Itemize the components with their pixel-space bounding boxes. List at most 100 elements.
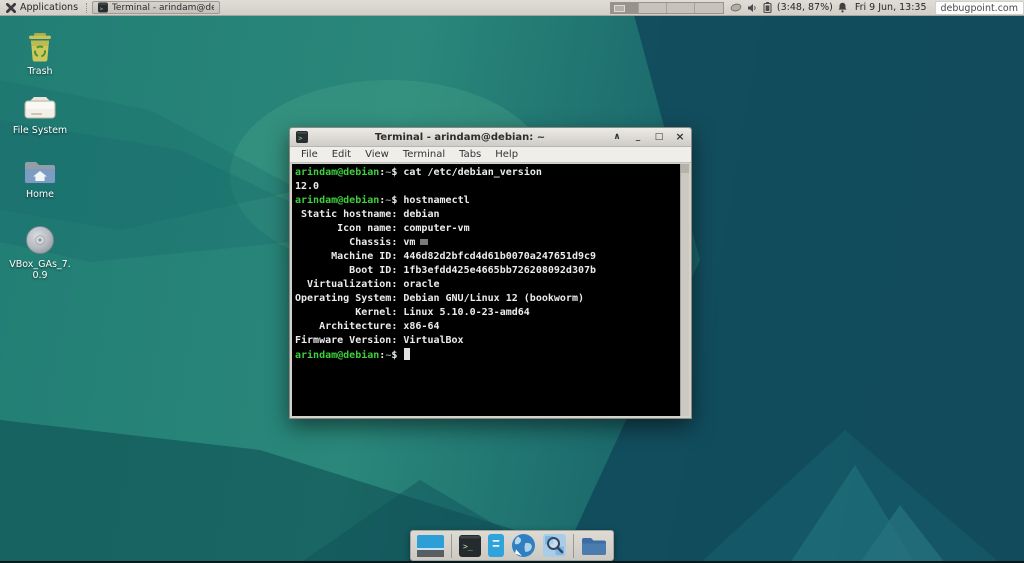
terminal-task-icon: > <box>98 2 108 13</box>
workspace-switcher <box>610 2 724 14</box>
terminal-text: arindam@debian:~$ cat /etc/debian_versio… <box>295 166 677 362</box>
pointer-device-icon[interactable] <box>730 3 742 12</box>
clock[interactable]: Fri 9 Jun, 13:35 <box>853 2 929 13</box>
dock-app-finder-button[interactable] <box>543 534 566 557</box>
terminal-output-line: Virtualization: oracle <box>295 278 677 292</box>
notifications-bell-icon[interactable] <box>838 2 847 13</box>
panel-separator <box>86 3 87 13</box>
volume-icon[interactable] <box>747 3 758 13</box>
bottom-dock: >_ <box>410 530 614 561</box>
output-text: Operating System: Debian GNU/Linux 12 (b… <box>295 293 584 304</box>
terminal-output-line: 12.0 <box>295 180 677 194</box>
menu-terminal[interactable]: Terminal <box>396 149 452 160</box>
window-titlebar[interactable]: > Terminal - arindam@debian: ~ ∧ _ □ × <box>290 128 691 147</box>
terminal-icon: >_ <box>459 535 481 557</box>
battery-icon[interactable] <box>763 2 772 13</box>
terminal-window: > Terminal - arindam@debian: ~ ∧ _ □ × F… <box>289 127 692 419</box>
desktop-icon-trash[interactable]: Trash <box>8 32 72 77</box>
terminal-output-line: Static hostname: debian <box>295 208 677 222</box>
battery-status-text: (3:48, 87%) <box>777 2 833 13</box>
terminal-output-line: Boot ID: 1fb3efdd425e4665bb726208092d307… <box>295 264 677 278</box>
workspace-1[interactable] <box>611 3 639 13</box>
terminal-cursor <box>404 348 410 360</box>
dock-file-manager-button[interactable] <box>581 536 607 556</box>
output-text: Machine ID: 446d82d2bfcd4d61b0070a247651… <box>295 251 596 262</box>
file-system-drive-icon <box>22 94 58 122</box>
folder-icon <box>581 536 607 556</box>
system-tray: (3:48, 87%) <box>730 2 847 13</box>
output-text: Boot ID: 1fb3efdd425e4665bb726208092d307… <box>295 265 596 276</box>
output-text: 12.0 <box>295 181 319 192</box>
output-text: Icon name: computer-vm <box>295 223 470 234</box>
prompt-user-host: arindam@debian <box>295 350 379 361</box>
workspace-4[interactable] <box>695 3 723 13</box>
taskbar-window-button[interactable]: > Terminal - arindam@de... <box>92 1 220 14</box>
workspace-3[interactable] <box>667 3 695 13</box>
menu-edit[interactable]: Edit <box>325 149 358 160</box>
minimize-button[interactable]: _ <box>633 132 643 142</box>
terminal-output-line: Icon name: computer-vm <box>295 222 677 236</box>
desktop-icon-label: File System <box>13 125 67 136</box>
app-finder-magnifier-icon <box>543 534 566 557</box>
show-desktop-icon <box>417 535 444 557</box>
taskbar-window-label: Terminal - arindam@de... <box>112 3 214 13</box>
dock-terminal-button[interactable]: >_ <box>459 535 481 557</box>
menu-help[interactable]: Help <box>488 149 525 160</box>
command-text: hostnamectl <box>403 195 469 206</box>
terminal-prompt-line: arindam@debian:~$ cat /etc/debian_versio… <box>295 166 677 180</box>
files-app-icon <box>488 534 504 557</box>
terminal-output-line: Kernel: Linux 5.10.0-23-amd64 <box>295 306 677 320</box>
svg-text:>: > <box>298 135 302 143</box>
desktop-icon-label: VBox_GAs_7.0.9 <box>8 259 72 281</box>
output-text: Kernel: Linux 5.10.0-23-amd64 <box>295 307 530 318</box>
menu-view[interactable]: View <box>358 149 396 160</box>
dock-web-browser-button[interactable] <box>511 533 536 558</box>
output-text: Architecture: x86-64 <box>295 321 440 332</box>
dock-files-button[interactable] <box>488 534 504 557</box>
command-text: cat /etc/debian_version <box>403 167 541 178</box>
window-controls: ∧ _ □ × <box>612 132 685 142</box>
output-text: Firmware Version: VirtualBox <box>295 335 464 346</box>
terminal-prompt-line: arindam@debian:~$ hostnamectl <box>295 194 677 208</box>
workspace-2[interactable] <box>639 3 667 13</box>
terminal-prompt-line: arindam@debian:~$ <box>295 348 677 362</box>
terminal-output-line: Machine ID: 446d82d2bfcd4d61b0070a247651… <box>295 250 677 264</box>
scrollbar-thumb[interactable] <box>681 164 689 173</box>
top-panel: Applications > Terminal - arindam@de... <box>0 0 1024 16</box>
maximize-button[interactable]: □ <box>654 132 664 142</box>
close-button[interactable]: × <box>675 132 685 142</box>
web-browser-globe-icon <box>511 533 536 558</box>
desktop-icon-label: Trash <box>27 66 52 77</box>
applications-label: Applications <box>20 2 78 13</box>
home-folder-icon <box>22 158 58 186</box>
chassis-icon <box>420 239 428 245</box>
window-title: Terminal - arindam@debian: ~ <box>313 132 607 143</box>
cd-disc-icon <box>24 224 56 256</box>
prompt-user-host: arindam@debian <box>295 167 379 178</box>
applications-icon <box>6 3 16 13</box>
terminal-output-line: Operating System: Debian GNU/Linux 12 (b… <box>295 292 677 306</box>
window-menubar: File Edit View Terminal Tabs Help <box>290 147 691 163</box>
svg-text:>_: >_ <box>463 542 473 551</box>
terminal-content-area[interactable]: arindam@debian:~$ cat /etc/debian_versio… <box>292 164 689 416</box>
workspace-window-thumb <box>614 5 625 12</box>
desktop-icon-home[interactable]: Home <box>8 158 72 200</box>
dock-show-desktop-button[interactable] <box>417 535 444 557</box>
prompt-symbol: $ <box>391 350 403 361</box>
terminal-output-line: Architecture: x86-64 <box>295 320 677 334</box>
applications-menu-button[interactable]: Applications <box>0 0 84 15</box>
menu-tabs[interactable]: Tabs <box>452 149 488 160</box>
desktop-icon-file-system[interactable]: File System <box>8 94 72 136</box>
desktop-icon-vbox-iso[interactable]: VBox_GAs_7.0.9 <box>8 224 72 281</box>
prompt-symbol: $ <box>391 167 403 178</box>
terminal-output-line: Chassis: vm <box>295 236 677 250</box>
window-terminal-icon: > <box>296 131 308 143</box>
terminal-scrollbar[interactable] <box>680 164 689 416</box>
output-text: Static hostname: debian <box>295 209 440 220</box>
prompt-user-host: arindam@debian <box>295 195 379 206</box>
output-text: Virtualization: oracle <box>295 279 440 290</box>
menu-file[interactable]: File <box>294 149 325 160</box>
panel-right-area: (3:48, 87%) Fri 9 Jun, 13:35 debugpoint.… <box>610 0 1024 15</box>
shade-button[interactable]: ∧ <box>612 132 622 142</box>
watermark-badge: debugpoint.com <box>935 1 1024 15</box>
